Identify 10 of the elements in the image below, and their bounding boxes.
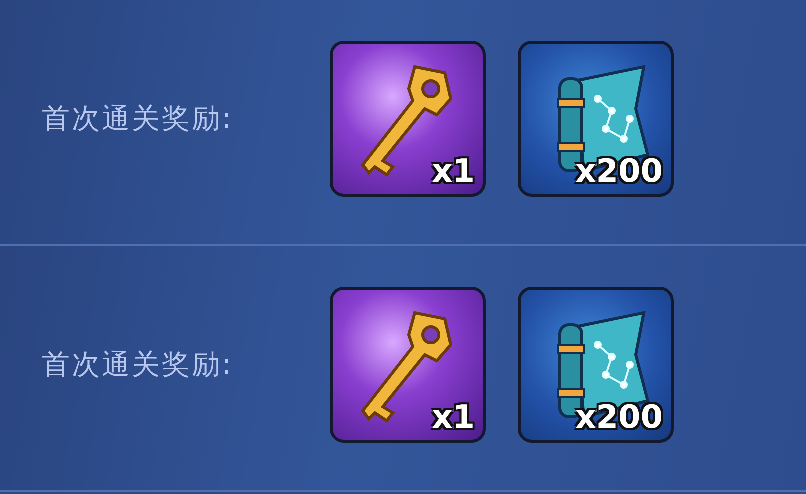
item-count: x200 xyxy=(576,398,663,436)
reward-item-tile[interactable]: x200 xyxy=(518,287,674,443)
item-count: x1 xyxy=(432,152,475,190)
item-count: x1 xyxy=(432,398,475,436)
reward-item-tile[interactable]: x1 xyxy=(330,287,486,443)
item-count: x200 xyxy=(576,152,663,190)
reward-item-tile[interactable]: x200 xyxy=(518,41,674,197)
reward-item-tile[interactable]: x1 xyxy=(330,41,486,197)
reward-label: 首次通关奖励: xyxy=(42,101,234,137)
reward-label: 首次通关奖励: xyxy=(42,347,234,383)
